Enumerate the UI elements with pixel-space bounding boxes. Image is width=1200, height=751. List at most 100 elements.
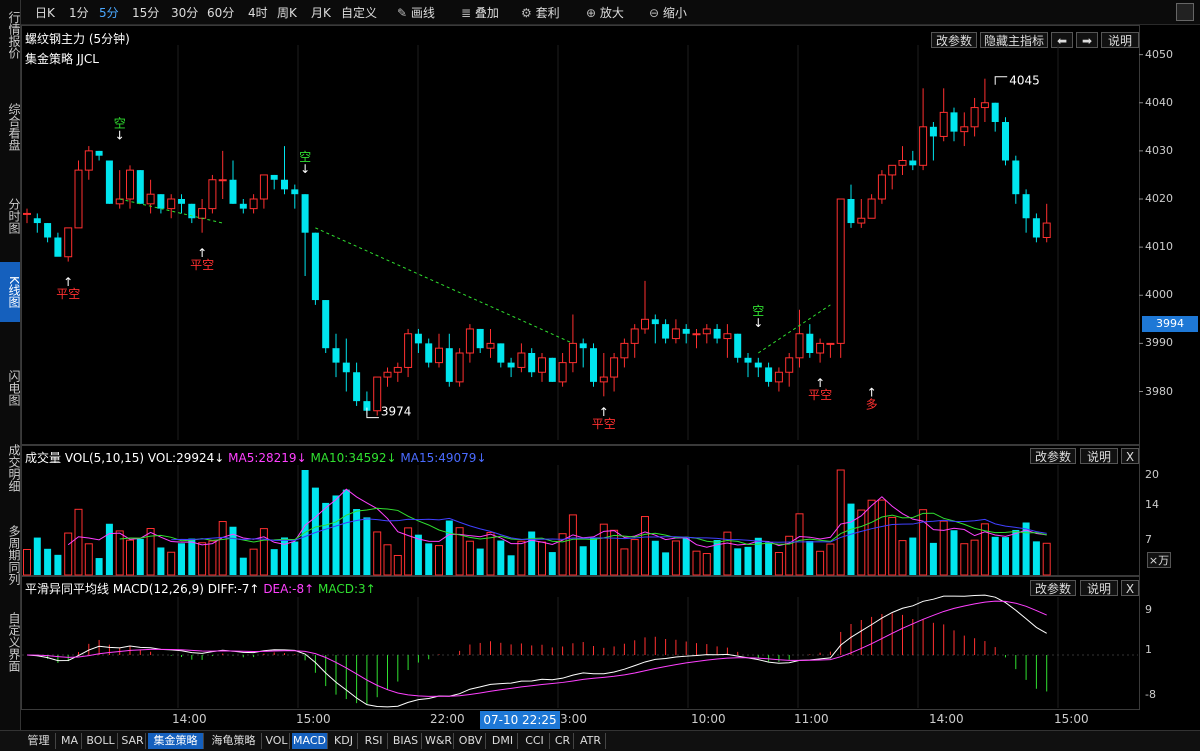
indicator-tab[interactable]: MA: [58, 733, 82, 749]
candle-body: [54, 237, 62, 257]
candle-body: [229, 179, 237, 204]
time-axis-label: 14:00: [172, 712, 207, 726]
candle-body: [507, 362, 515, 368]
signal-arrow: ↑: [599, 405, 609, 419]
signal-arrow: ↑: [867, 386, 877, 400]
indicator-tab[interactable]: CR: [552, 733, 574, 749]
volume-bar: [54, 554, 62, 575]
volume-bar: [919, 509, 928, 576]
candle-body: [64, 227, 73, 258]
price-axis-label: 4020: [1145, 192, 1173, 205]
volume-bar: [517, 540, 526, 576]
macd-axis-label: -8: [1145, 688, 1156, 701]
indicator-tab[interactable]: OBV: [456, 733, 486, 749]
indicator-tab[interactable]: 管理: [22, 733, 56, 749]
indicator-tab[interactable]: BOLL: [84, 733, 118, 749]
candle-body: [33, 218, 41, 224]
indicator-tab-bar: 管理 MA BOLL SAR 集金策略 海龟策略 VOL MACD KDJ RSI BIAS W&R O…: [0, 730, 1200, 751]
candle-body: [888, 164, 897, 176]
indicator-tab[interactable]: VOL: [264, 733, 290, 749]
candle-body: [157, 194, 165, 209]
candle-body: [84, 150, 93, 171]
volume-bar: [342, 489, 350, 575]
indicator-tab[interactable]: DMI: [488, 733, 518, 749]
kline-chart[interactable]: 平空↑空↓平空↑空↓平空↑空↓平空↑多↑40453974: [0, 0, 1200, 730]
candle-body: [1042, 222, 1051, 238]
candle-body: [455, 352, 464, 383]
signal-label: 平空: [56, 287, 80, 301]
price-axis-label: 4010: [1145, 240, 1173, 254]
indicator-tab[interactable]: 集金策略: [148, 733, 204, 749]
candle-body: [259, 174, 268, 200]
candle-body: [970, 107, 979, 128]
volume-bar: [84, 543, 93, 576]
indicator-tab[interactable]: SAR: [120, 733, 146, 749]
volume-bar: [590, 537, 597, 575]
volume-bar: [425, 543, 433, 575]
candle-body: [414, 333, 422, 344]
volume-bar: [806, 540, 814, 575]
indicator-tab[interactable]: CCI: [520, 733, 550, 749]
candle-body: [806, 333, 814, 353]
candle-body: [877, 174, 886, 200]
indicator-tab[interactable]: KDJ: [330, 733, 358, 749]
volume-bar: [816, 550, 825, 576]
candle-body: [1032, 218, 1040, 238]
candle-body: [765, 367, 773, 382]
candle-body: [136, 170, 144, 204]
time-axis-label: 15:00: [296, 712, 331, 726]
volume-bar: [877, 499, 886, 576]
volume-bar: [208, 540, 217, 576]
indicator-tab[interactable]: W&R: [424, 733, 454, 749]
candle-body: [146, 193, 155, 205]
candle-body: [249, 198, 258, 210]
candle-body: [281, 179, 288, 190]
volume-bar: [95, 558, 103, 575]
signal-label: 平空: [592, 417, 616, 431]
indicator-tab[interactable]: ATR: [576, 733, 606, 749]
candle-body: [671, 328, 680, 340]
volume-bar: [64, 532, 73, 576]
candle-body: [939, 111, 948, 137]
indicator-tab[interactable]: 海龟策略: [206, 733, 262, 749]
candle-body: [836, 198, 845, 344]
volume-bar: [322, 502, 330, 575]
volume-bar: [126, 539, 134, 576]
volume-bar: [332, 495, 340, 575]
volume-bar: [847, 503, 855, 575]
indicator-tab[interactable]: BIAS: [390, 733, 422, 749]
volume-bar: [702, 553, 711, 576]
volume-axis-label: 7: [1145, 533, 1152, 546]
volume-bar: [23, 549, 31, 576]
volume-bar: [507, 555, 515, 575]
signal-arrow: ↑: [63, 275, 73, 289]
low-price-label: 3974: [381, 405, 412, 419]
candle-body: [383, 371, 392, 378]
candle-body: [568, 342, 577, 364]
candle-body: [867, 198, 876, 219]
high-marker: [994, 76, 1008, 85]
volume-axis-label: 20: [1145, 468, 1159, 481]
candle-body: [651, 319, 659, 325]
price-axis-label: 4040: [1145, 95, 1173, 109]
indicator-tab[interactable]: RSI: [360, 733, 388, 749]
candle-body: [857, 217, 866, 224]
volume-bar: [239, 557, 247, 575]
candle-body: [898, 160, 907, 166]
indicator-tab[interactable]: MACD: [292, 733, 328, 749]
volume-bar: [1042, 542, 1051, 576]
candle-body: [558, 362, 567, 383]
trend-line: [315, 227, 574, 344]
vol-ma5-line: [67, 488, 1047, 548]
volume-bar: [373, 531, 382, 576]
volume-bar: [178, 543, 185, 575]
candle-body: [548, 357, 556, 382]
candle-body: [528, 353, 536, 373]
volume-bar: [662, 552, 670, 575]
signal-label: 平空: [190, 258, 214, 272]
candle-body: [74, 169, 83, 229]
volume-bar: [774, 551, 783, 576]
candle-body: [662, 324, 670, 339]
current-price-tag: 3994: [1142, 316, 1198, 332]
volume-bar: [393, 554, 402, 576]
